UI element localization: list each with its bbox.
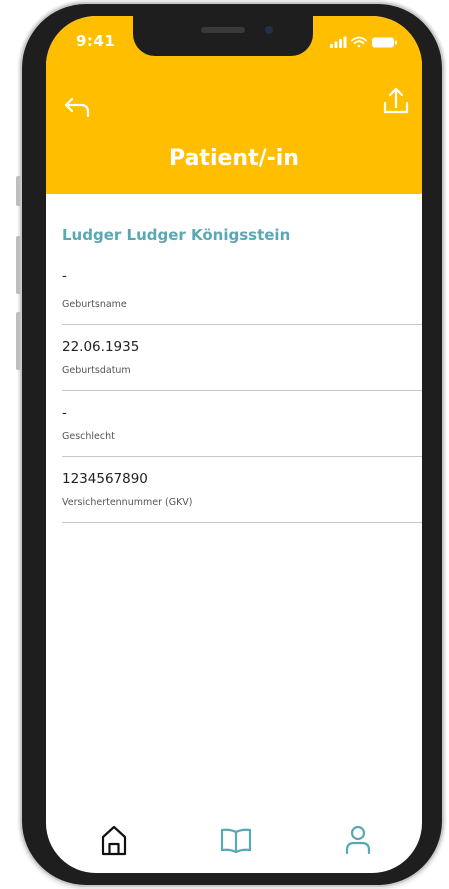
patient-name: Ludger Ludger Königsstein [62, 226, 291, 244]
mute-switch [16, 176, 20, 206]
field-value: 1234567890 [62, 471, 148, 487]
home-icon [101, 825, 127, 856]
book-icon [220, 828, 252, 854]
field-geburtsname: - Geburtsname [62, 268, 422, 325]
notch [133, 16, 313, 56]
front-camera [265, 26, 273, 34]
field-versichertennummer: 1234567890 Versichertennummer (GKV) [62, 457, 422, 523]
share-upload-icon [383, 87, 409, 114]
status-icons [330, 34, 398, 48]
back-arrow-icon [64, 97, 90, 118]
app-screen: 9:41 Patient/-in Ludger Ludger Königsste… [46, 16, 422, 873]
field-geschlecht: - Geschlecht [62, 391, 422, 457]
field-value: - [62, 405, 67, 421]
speaker-grille [201, 27, 245, 33]
volume-up-button [16, 236, 20, 294]
field-label: Versichertennummer (GKV) [62, 497, 193, 508]
battery-icon [372, 37, 397, 48]
share-button[interactable] [378, 83, 414, 119]
field-label: Geburtsname [62, 299, 127, 310]
status-bar: 9:41 [46, 16, 422, 56]
status-icons-svg [330, 36, 397, 48]
page-title: Patient/-in [169, 146, 299, 171]
nav-book[interactable] [216, 820, 256, 860]
app-header: 9:41 Patient/-in [46, 16, 422, 194]
field-value: - [62, 268, 67, 284]
cellular-signal-icon [330, 36, 347, 48]
field-value: 22.06.1935 [62, 339, 140, 355]
patient-details: Ludger Ludger Königsstein - Geburtsname … [62, 226, 422, 523]
status-time: 9:41 [76, 32, 116, 50]
wifi-icon [351, 36, 367, 48]
profile-icon [345, 825, 371, 855]
nav-profile[interactable] [338, 820, 378, 860]
back-button[interactable] [60, 91, 96, 127]
volume-down-button [16, 312, 20, 370]
nav-home[interactable] [94, 820, 134, 860]
bottom-nav [46, 816, 422, 873]
field-label: Geburtsdatum [62, 365, 131, 376]
field-label: Geschlecht [62, 431, 115, 442]
field-geburtsdatum: 22.06.1935 Geburtsdatum [62, 325, 422, 391]
